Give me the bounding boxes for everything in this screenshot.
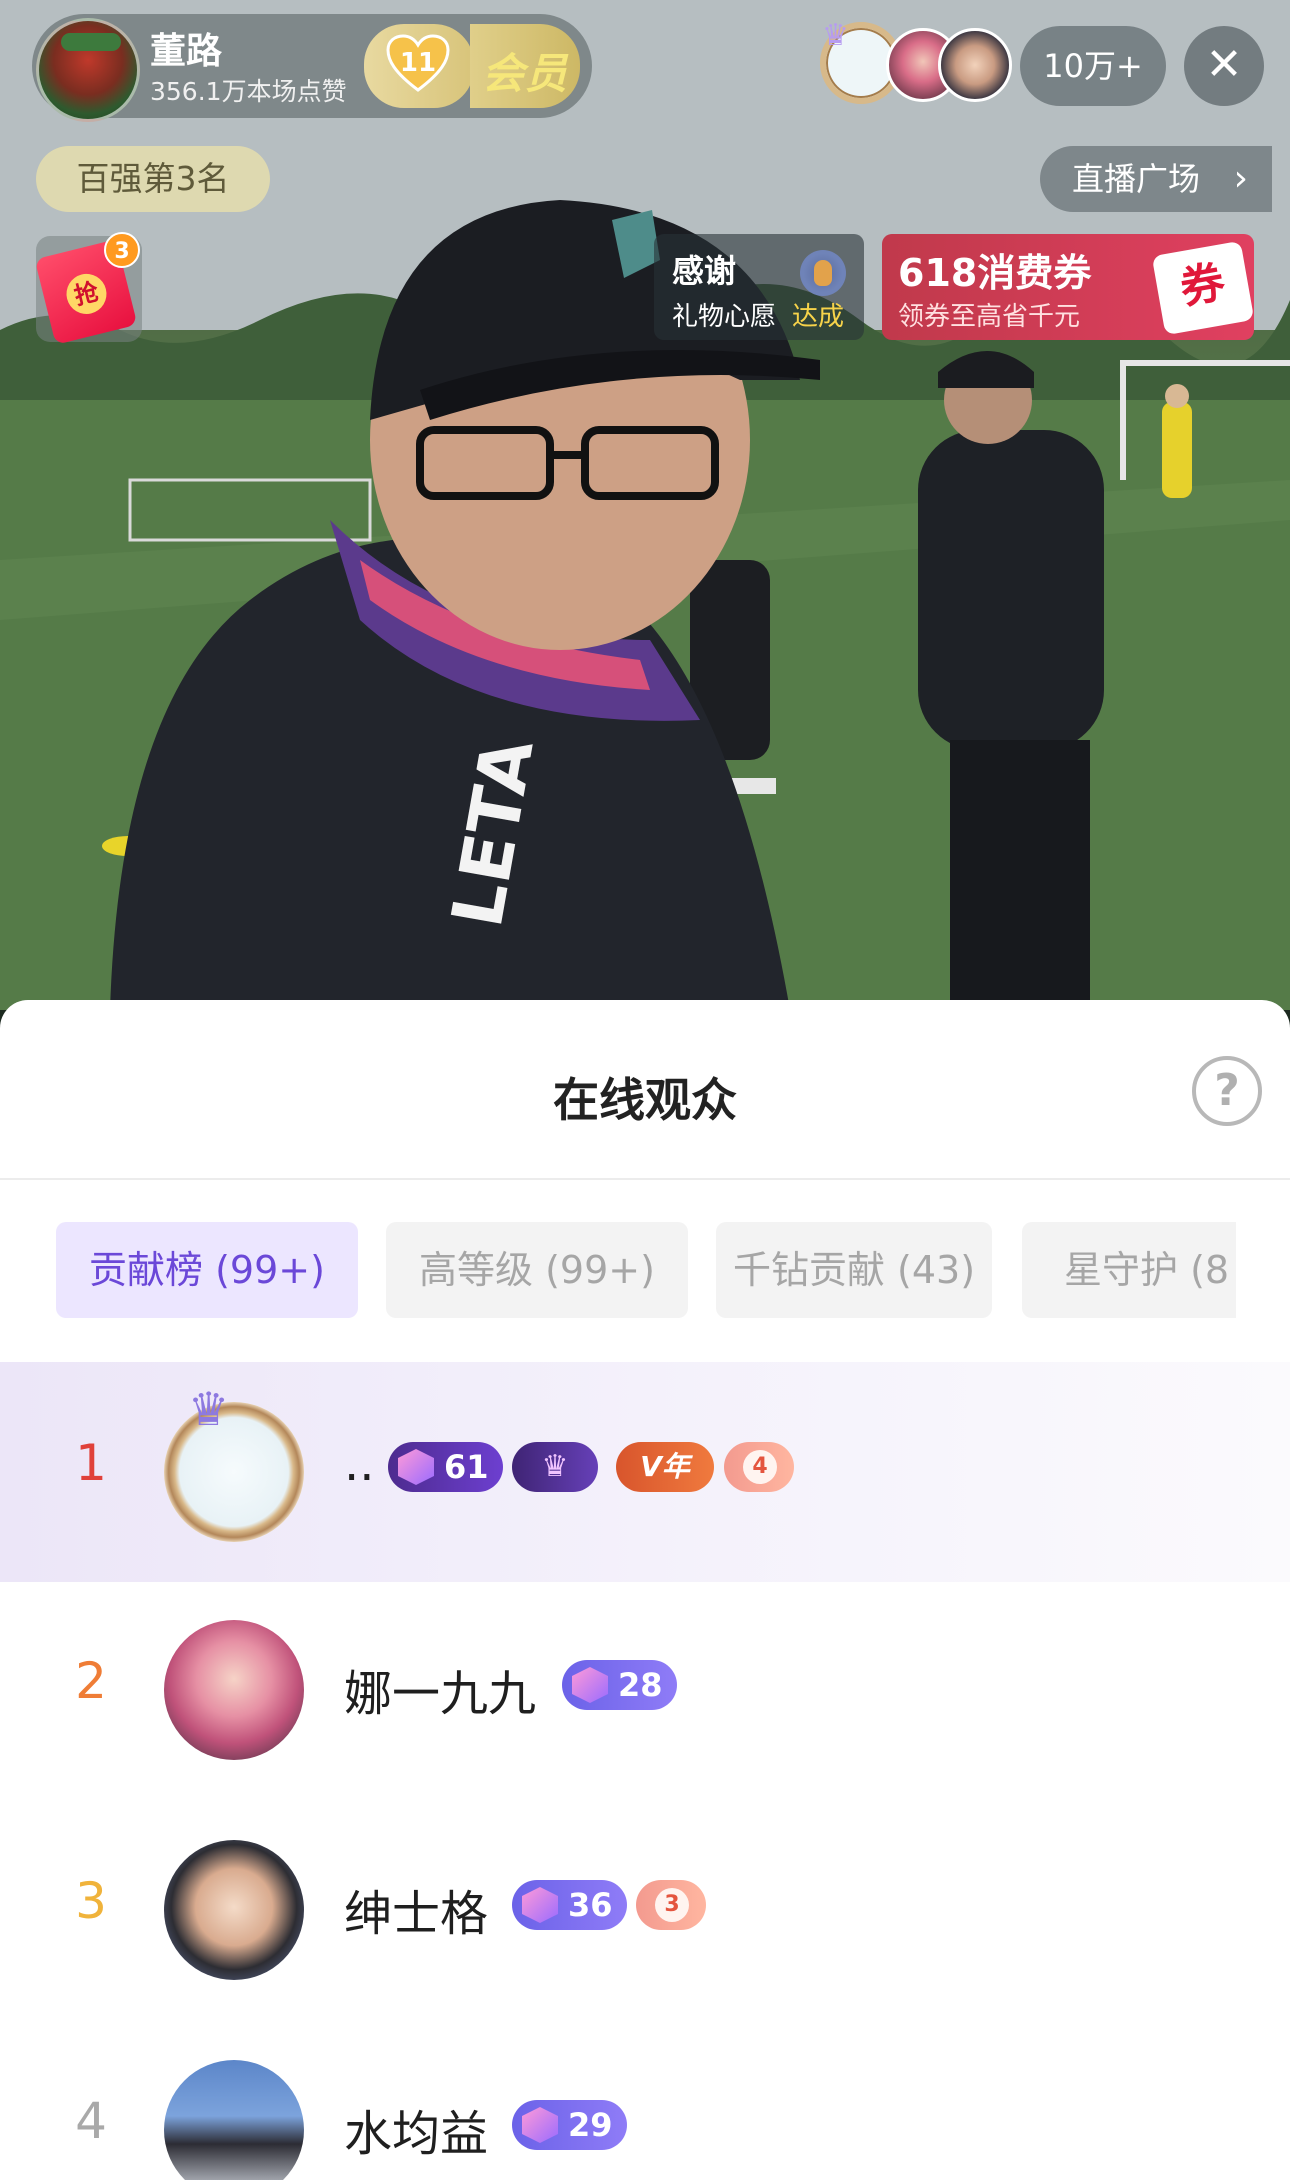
audience-tabs: 贡献榜 (99+) 高等级 (99+) 千钻贡献 (43) 星守护 (8 bbox=[0, 1222, 1236, 1318]
crown-badge-icon: ♛ bbox=[512, 1442, 598, 1492]
audience-row[interactable]: 4 水均益 29 bbox=[0, 2020, 1290, 2180]
avatar[interactable] bbox=[164, 1840, 304, 1980]
crown-icon: ♛ bbox=[822, 18, 849, 53]
rank-number: 4 bbox=[75, 2092, 107, 2150]
annual-vip-badge: V年 bbox=[616, 1442, 714, 1492]
gift-wish-title: 感谢 bbox=[672, 252, 737, 290]
red-packet-count: 3 bbox=[104, 232, 140, 268]
fan-level-number: 11 bbox=[399, 48, 437, 78]
live-plaza-label: 直播广场 bbox=[1072, 160, 1201, 198]
close-button[interactable]: ✕ bbox=[1184, 26, 1264, 106]
coupon-subtitle: 领券至高省千元 bbox=[898, 302, 1081, 332]
gift-wish-subtitle: 礼物心愿 bbox=[672, 302, 777, 332]
user-name: .. bbox=[344, 1436, 375, 1492]
user-name: 娜一九九 bbox=[344, 1666, 537, 1722]
close-icon: ✕ bbox=[1205, 39, 1243, 90]
coupon-banner[interactable]: 618消费券 领券至高省千元 券 bbox=[882, 234, 1255, 340]
panel-title: 在线观众 bbox=[553, 1073, 737, 1127]
rank-number: 2 bbox=[75, 1652, 107, 1710]
live-plaza-button[interactable]: 直播广场 › bbox=[1040, 146, 1272, 212]
coupon-icon: 券 bbox=[1151, 240, 1255, 336]
hourly-rank-badge[interactable]: 百强第3名 bbox=[36, 146, 270, 212]
audience-row[interactable]: 2 娜一九九 28 bbox=[0, 1580, 1290, 1800]
level-badge: 61 bbox=[388, 1442, 503, 1492]
gift-wish-card[interactable]: 感谢 礼物心愿 达成 bbox=[654, 234, 864, 340]
host-likes: 356.1万本场点赞 bbox=[150, 77, 347, 106]
avatar[interactable] bbox=[164, 1402, 304, 1542]
help-button[interactable]: ? bbox=[1192, 1056, 1262, 1126]
level-badge: 36 bbox=[512, 1880, 627, 1930]
tab-contribution[interactable]: 贡献榜 (99+) bbox=[56, 1222, 358, 1318]
divider bbox=[0, 1178, 1290, 1180]
member-label: 会员 bbox=[482, 49, 569, 98]
top-viewer-avatar-3[interactable] bbox=[938, 28, 1012, 102]
tab-diamond-contribution[interactable]: 千钻贡献 (43) bbox=[716, 1222, 992, 1318]
online-audience-panel: 在线观众 ? 贡献榜 (99+) 高等级 (99+) 千钻贡献 (43) 星守护… bbox=[0, 1000, 1290, 2180]
level-badge: 29 bbox=[512, 2100, 627, 2150]
host-avatar[interactable] bbox=[36, 18, 140, 122]
question-icon: ? bbox=[1214, 1065, 1240, 1116]
gift-icon bbox=[800, 250, 846, 296]
crown-icon: ♛ bbox=[188, 1382, 230, 1436]
host-name: 董路 bbox=[150, 31, 223, 72]
user-name: 绅士格 bbox=[344, 1886, 489, 1942]
coupon-title: 618消费券 bbox=[898, 251, 1092, 295]
tab-high-level[interactable]: 高等级 (99+) bbox=[386, 1222, 688, 1318]
user-name: 水均益 bbox=[344, 2106, 489, 2162]
tab-star-guardian[interactable]: 星守护 (8 bbox=[1022, 1222, 1236, 1318]
avatar[interactable] bbox=[164, 2060, 304, 2180]
viewer-count-button[interactable]: 10万+ bbox=[1020, 26, 1166, 106]
red-packet-button[interactable]: 抢 3 bbox=[34, 232, 142, 345]
avatar[interactable] bbox=[164, 1620, 304, 1760]
gift-wish-status: 达成 bbox=[792, 302, 845, 332]
fan-heart-badge: 4 bbox=[724, 1442, 794, 1492]
audience-row[interactable]: 3 绅士格 36 3 bbox=[0, 1800, 1290, 2020]
audience-row[interactable]: 1 ♛ .. 61 ♛ V年 4 bbox=[0, 1362, 1290, 1582]
level-badge: 28 bbox=[562, 1660, 677, 1710]
rank-number: 1 bbox=[75, 1434, 107, 1492]
fan-heart-badge: 3 bbox=[636, 1880, 706, 1930]
chevron-right-icon: › bbox=[1233, 158, 1248, 199]
rank-number: 3 bbox=[75, 1872, 107, 1930]
